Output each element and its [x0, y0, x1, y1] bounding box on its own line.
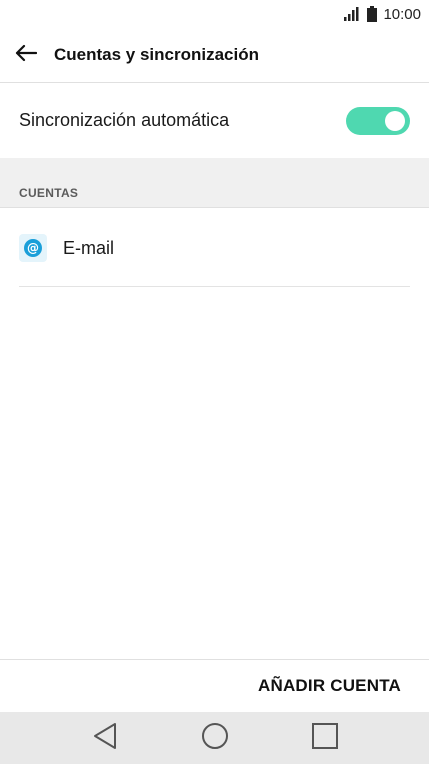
bottom-action-bar: AÑADIR CUENTA — [0, 659, 429, 712]
at-sign-icon: @ — [19, 234, 47, 262]
nav-home-button[interactable] — [160, 712, 270, 764]
account-label: E-mail — [63, 237, 115, 258]
navigation-bar — [0, 712, 429, 764]
status-bar: 10:00 — [0, 0, 429, 28]
home-circle-icon — [201, 722, 229, 755]
settings-screen: 10:00 Cuentas y sincronización Sincroniz… — [0, 0, 429, 764]
page-title: Cuentas y sincronización — [54, 45, 259, 64]
arrow-left-icon — [15, 44, 38, 67]
svg-text:@: @ — [27, 241, 39, 255]
battery-icon — [367, 6, 378, 22]
auto-sync-label: Sincronización automática — [19, 110, 230, 130]
auto-sync-toggle[interactable] — [346, 106, 410, 135]
account-item-email[interactable]: @ E-mail — [0, 209, 429, 287]
recents-square-icon — [311, 722, 339, 755]
app-bar: Cuentas y sincronización — [0, 28, 429, 83]
nav-recents-button[interactable] — [270, 712, 380, 764]
accounts-section-header: CUENTAS — [0, 158, 429, 208]
nav-back-button[interactable] — [50, 712, 160, 764]
section-title: CUENTAS — [19, 186, 79, 200]
signal-icon — [343, 6, 361, 22]
back-button[interactable] — [6, 35, 46, 75]
toggle-knob — [385, 110, 405, 131]
status-time: 10:00 — [383, 5, 421, 23]
back-triangle-icon — [92, 722, 118, 755]
add-account-button[interactable]: AÑADIR CUENTA — [258, 676, 401, 696]
divider — [19, 286, 410, 287]
auto-sync-row[interactable]: Sincronización automática — [0, 83, 429, 158]
